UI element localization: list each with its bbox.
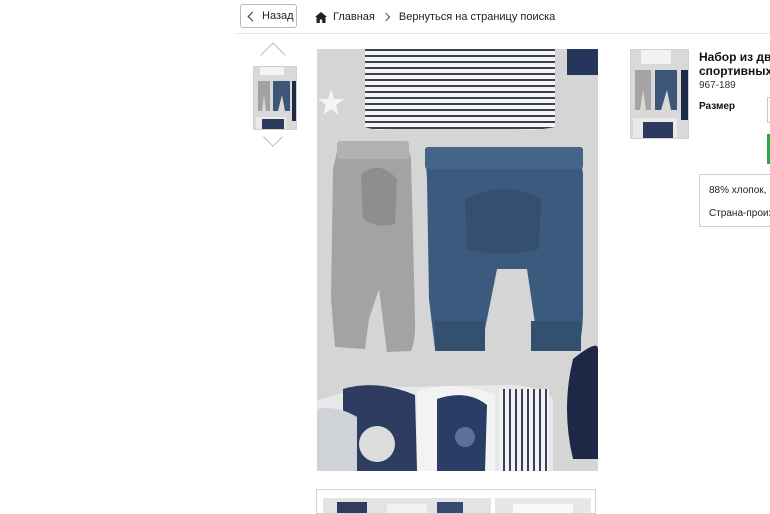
chevron-right-icon bbox=[381, 12, 391, 22]
bottom-thumbnail-strip[interactable] bbox=[316, 489, 596, 514]
main-product-image[interactable] bbox=[317, 49, 598, 471]
back-button-label: Назад bbox=[262, 10, 294, 22]
product-title-line2: спортивных bbox=[699, 64, 770, 78]
chevron-left-icon bbox=[247, 11, 258, 21]
carousel-up-arrow-icon[interactable] bbox=[260, 42, 286, 68]
carousel-down-arrow-icon[interactable] bbox=[263, 127, 283, 147]
product-preview-thumbnail[interactable] bbox=[630, 49, 689, 139]
breadcrumb-home-link[interactable]: Главная bbox=[333, 11, 375, 23]
composition-text: 88% хлопок, bbox=[709, 185, 767, 196]
breadcrumb-search-link[interactable]: Вернуться на страницу поиска bbox=[399, 11, 555, 23]
product-title: Набор из дв спортивных bbox=[699, 50, 770, 78]
back-button[interactable]: Назад bbox=[240, 4, 297, 28]
breadcrumb: Главная Вернуться на страницу поиска bbox=[315, 11, 555, 23]
thumbnail-image[interactable] bbox=[253, 66, 297, 130]
size-label: Размер bbox=[699, 101, 736, 112]
top-navigation-bar: Назад Главная Вернуться на страницу поис… bbox=[236, 0, 770, 34]
product-code: 967-189 bbox=[699, 80, 736, 91]
product-title-line1: Набор из дв bbox=[699, 50, 770, 64]
country-text: Страна-произ bbox=[709, 208, 770, 219]
home-icon bbox=[315, 11, 327, 23]
product-info-box: 88% хлопок, Страна-произ bbox=[699, 174, 770, 227]
